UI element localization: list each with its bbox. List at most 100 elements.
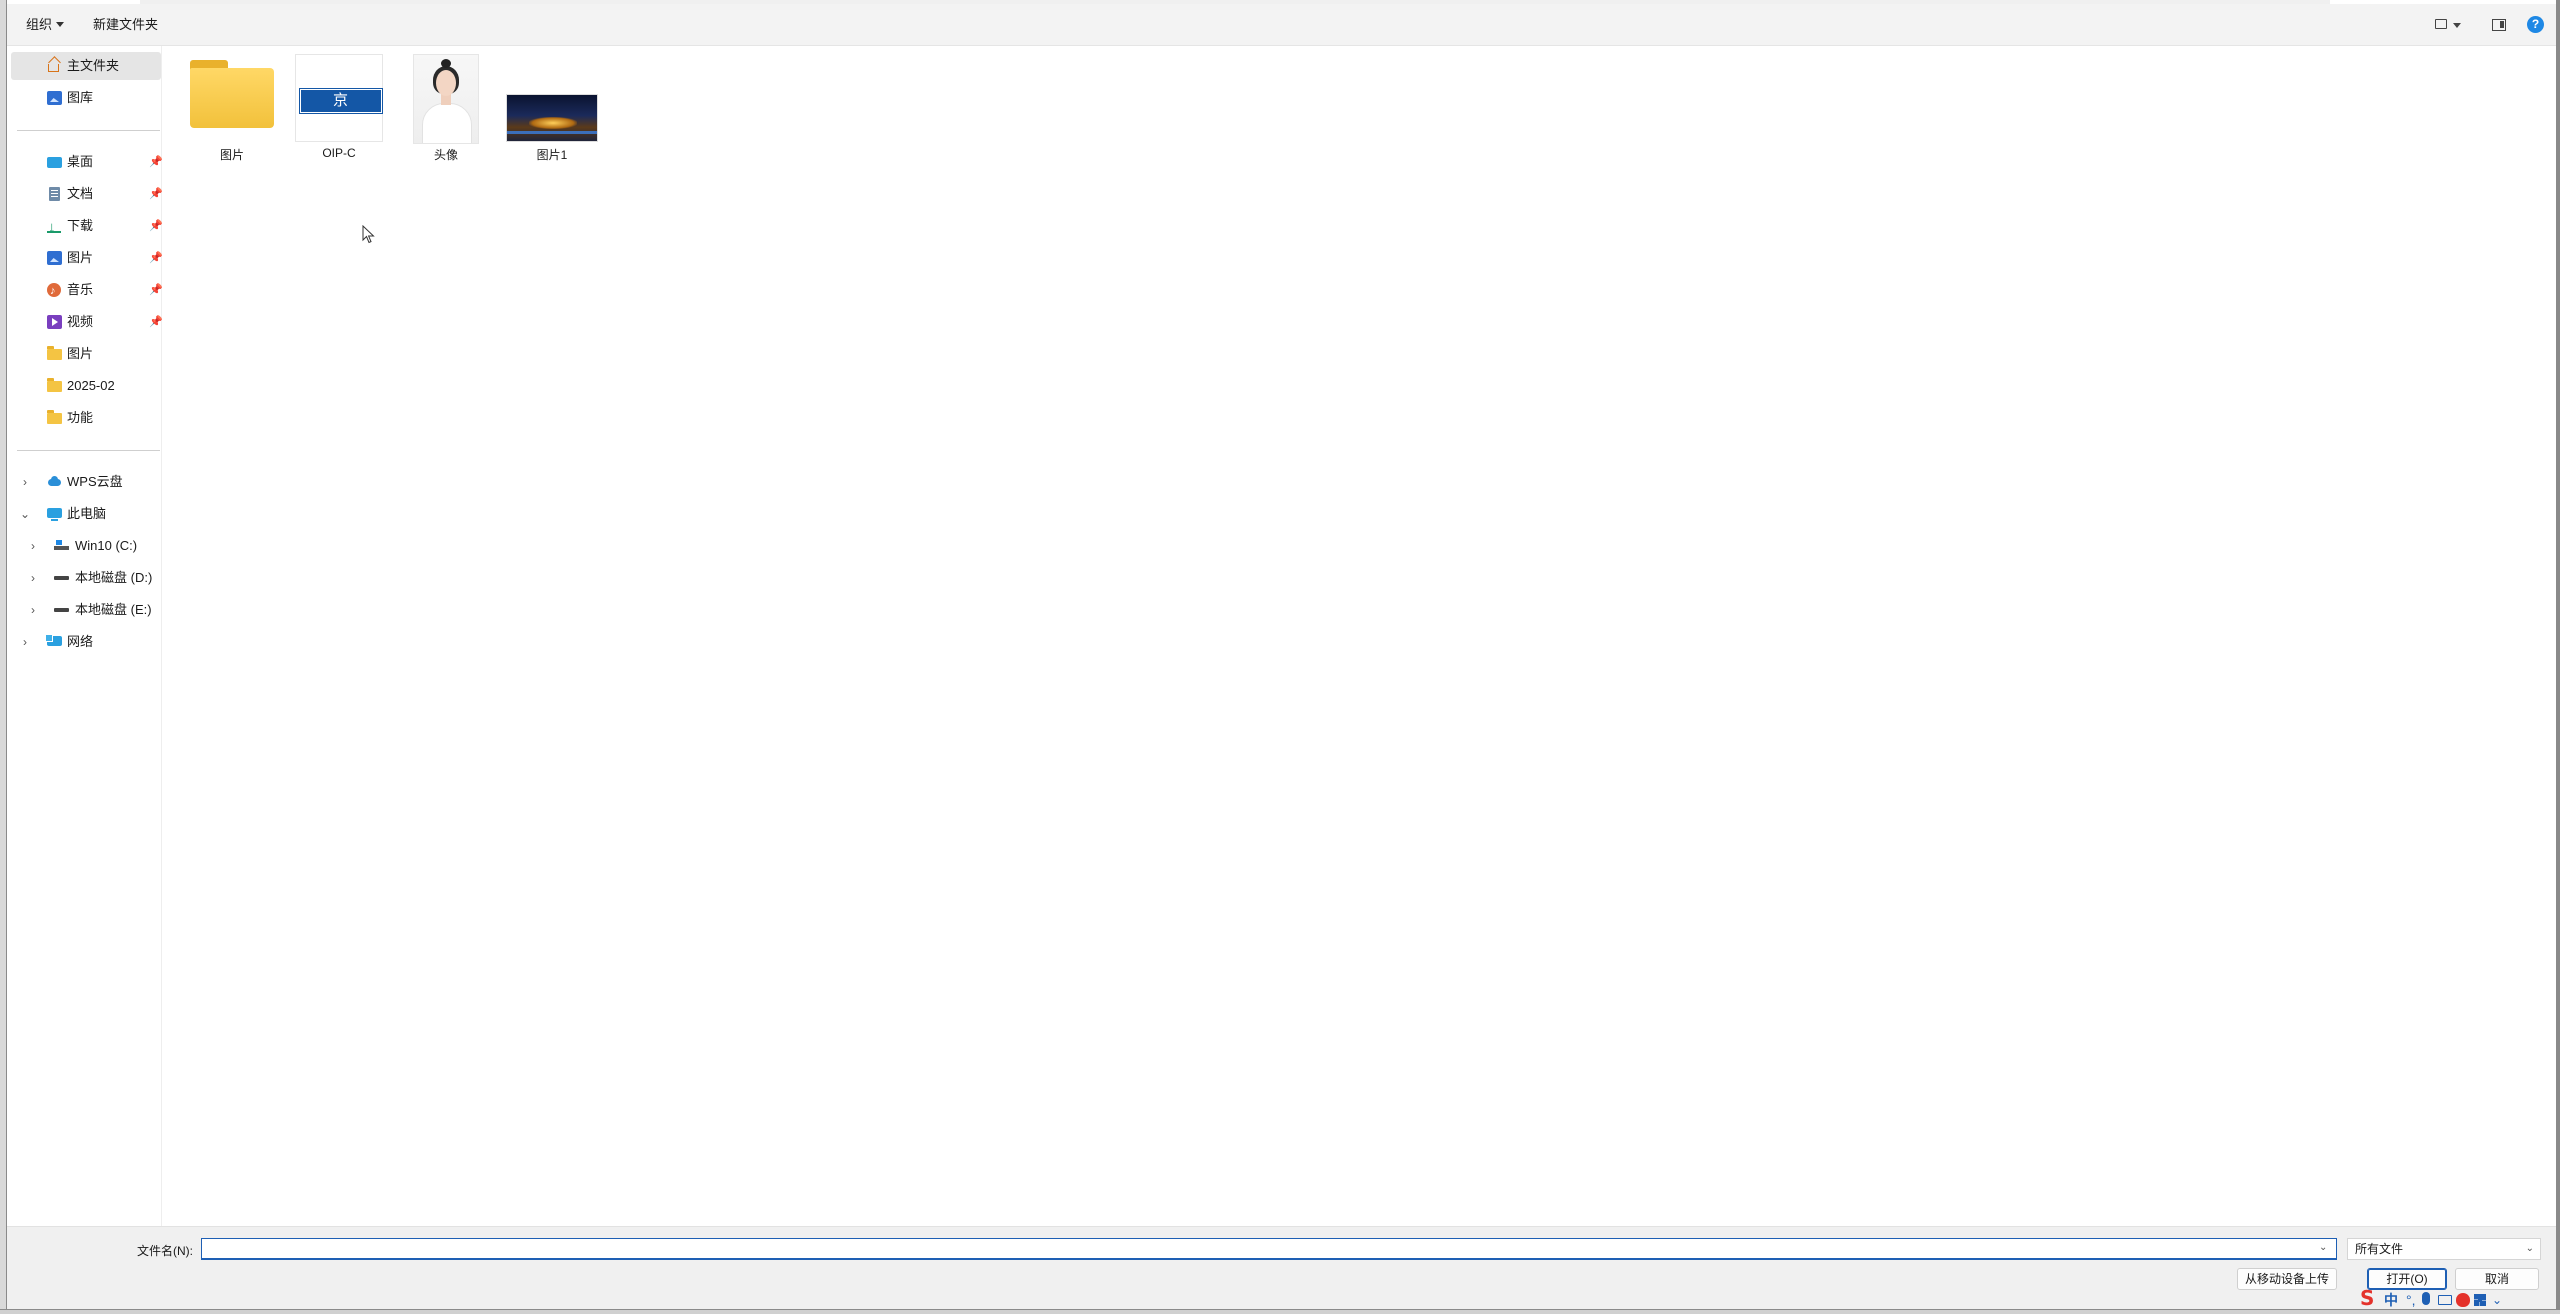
preview-pane-button[interactable] — [2489, 14, 2509, 36]
sidebar-item-desktop[interactable]: 桌面 📌 — [11, 148, 163, 176]
window-frame-right — [2556, 0, 2560, 1314]
cloud-icon — [47, 475, 62, 489]
folder-icon — [47, 410, 62, 424]
sidebar-item-label: 音乐 — [67, 282, 94, 297]
pin-icon: 📌 — [149, 188, 163, 200]
sidebar-item-videos[interactable]: 视频 📌 — [11, 308, 163, 336]
drive-icon — [54, 603, 69, 617]
folder-icon — [47, 378, 62, 392]
sidebar-item-label: 功能 — [67, 410, 94, 425]
video-icon — [47, 315, 62, 329]
sidebar-item-label: 2025-02 — [67, 378, 115, 393]
sidebar-item-downloads[interactable]: 下载 📌 — [11, 212, 163, 242]
sidebar-item-folder[interactable]: 图片 — [11, 340, 161, 368]
folder-icon — [47, 346, 62, 360]
sidebar-item-drive-c[interactable]: › Win10 (C:) — [11, 532, 161, 560]
preview-pane-icon — [2492, 19, 2506, 31]
divider — [17, 130, 160, 131]
sidebar-item-label: 桌面 — [67, 154, 94, 169]
sidebar-item-this-pc[interactable]: ⌄ 此电脑 — [11, 500, 161, 528]
organize-menu-button[interactable]: 组织 — [26, 15, 65, 35]
upload-from-device-button[interactable]: 从移动设备上传 — [2237, 1268, 2337, 1290]
command-bar: 组织 新建文件夹 ? — [7, 4, 2556, 46]
window-frame-bottom — [0, 1309, 2560, 1314]
sidebar-item-home[interactable]: 主文件夹 — [11, 52, 161, 80]
sidebar-item-folder[interactable]: 功能 — [11, 404, 161, 432]
dialog-footer: 文件名(N): ⌄ 所有文件 ⌄ 从移动设备上传 打开(O) 取消 — [7, 1226, 2556, 1309]
chevron-right-icon[interactable]: › — [19, 628, 31, 656]
divider — [17, 450, 160, 451]
new-folder-button[interactable]: 新建文件夹 — [93, 15, 158, 35]
sidebar-item-drive-e[interactable]: › 本地磁盘 (E:) — [11, 596, 161, 624]
desktop-icon — [47, 157, 62, 168]
file-item-folder[interactable]: 图片 — [182, 54, 282, 164]
help-button[interactable]: ? — [2525, 14, 2547, 36]
chevron-right-icon[interactable]: › — [19, 468, 31, 496]
windows-drive-icon — [54, 539, 69, 553]
home-icon — [47, 59, 62, 73]
chevron-down-icon: ⌄ — [2525, 1243, 2534, 1254]
sidebar-item-label: Win10 (C:) — [75, 538, 138, 553]
navigation-pane: 主文件夹 图库 桌面 📌 文档 📌 下载 📌 图片 📌 音乐 📌 视频 📌 图片 — [7, 46, 163, 1226]
night-scene-thumbnail — [506, 94, 598, 142]
music-icon — [47, 277, 61, 305]
sidebar-item-label: 下载 — [67, 218, 94, 233]
chevron-right-icon[interactable]: › — [27, 532, 39, 560]
pin-icon: 📌 — [149, 252, 163, 264]
folder-icon — [190, 60, 274, 128]
punctuation-toggle[interactable]: °, — [2406, 1290, 2416, 1310]
chevron-down-icon — [56, 22, 65, 27]
chevron-right-icon[interactable]: › — [27, 564, 39, 592]
ime-language-toggle[interactable]: 中 — [2384, 1290, 2398, 1310]
keyboard-icon[interactable] — [2438, 1295, 2452, 1305]
drive-icon — [54, 571, 69, 585]
chevron-down-icon — [2453, 23, 2461, 28]
file-type-value: 所有文件 — [2355, 1242, 2404, 1256]
file-name: 图片1 — [536, 148, 568, 162]
plate-text: 京A·88888 — [299, 88, 383, 130]
chevron-down-icon[interactable]: ⌄ — [2319, 1242, 2327, 1253]
file-type-select[interactable]: 所有文件 ⌄ — [2347, 1238, 2541, 1260]
sidebar-item-drive-d[interactable]: › 本地磁盘 (D:) — [11, 564, 161, 592]
file-item-image[interactable]: 头像 — [396, 54, 496, 164]
sidebar-item-wps-cloud[interactable]: › WPS云盘 — [11, 468, 161, 496]
file-item-image[interactable]: 图片1 — [502, 54, 602, 164]
chevron-right-icon[interactable]: › — [27, 596, 39, 624]
sogou-logo-icon[interactable] — [2356, 1288, 2380, 1308]
file-name: 图片 — [219, 148, 244, 162]
cancel-button[interactable]: 取消 — [2455, 1268, 2539, 1290]
sidebar-item-network[interactable]: › 网络 — [11, 628, 161, 656]
sidebar-item-gallery[interactable]: 图库 — [11, 84, 161, 112]
filename-label: 文件名(N): — [137, 1244, 193, 1258]
sidebar-item-label: 视频 — [67, 314, 94, 329]
file-item-image[interactable]: 京A·88888 OIP-C — [289, 54, 389, 164]
sidebar-item-music[interactable]: 音乐 📌 — [11, 276, 163, 305]
view-options-button[interactable] — [2431, 14, 2467, 36]
pc-icon — [47, 508, 62, 521]
open-button[interactable]: 打开(O) — [2367, 1268, 2447, 1290]
download-icon — [47, 214, 62, 242]
pin-icon: 📌 — [149, 156, 163, 168]
organize-label: 组织 — [26, 17, 53, 32]
skin-icon[interactable] — [2456, 1293, 2470, 1307]
sidebar-item-folder[interactable]: 2025-02 — [11, 372, 161, 400]
gallery-icon — [47, 91, 62, 105]
portrait-thumbnail — [413, 54, 479, 144]
filename-input[interactable] — [201, 1238, 2337, 1260]
toolbox-icon[interactable] — [2474, 1294, 2486, 1306]
sidebar-item-label: WPS云盘 — [67, 474, 123, 489]
sidebar-item-label: 本地磁盘 (E:) — [75, 602, 152, 617]
sidebar-item-label: 主文件夹 — [67, 58, 120, 73]
microphone-icon[interactable] — [2422, 1292, 2430, 1305]
sidebar-item-label: 图片 — [67, 346, 94, 361]
license-plate-thumbnail: 京A·88888 — [295, 54, 383, 142]
pin-icon: 📌 — [149, 316, 163, 328]
chevron-down-icon[interactable]: ⌄ — [19, 500, 31, 528]
pin-icon: 📌 — [149, 284, 163, 296]
more-icon[interactable]: ⌄ — [2492, 1290, 2502, 1310]
sidebar-item-label: 网络 — [67, 634, 94, 649]
file-name: OIP-C — [322, 146, 356, 160]
sidebar-item-pictures[interactable]: 图片 📌 — [11, 244, 163, 272]
file-view: 图片 京A·88888 OIP-C 头像 图片1 — [162, 46, 2556, 1226]
sidebar-item-documents[interactable]: 文档 📌 — [11, 180, 163, 208]
